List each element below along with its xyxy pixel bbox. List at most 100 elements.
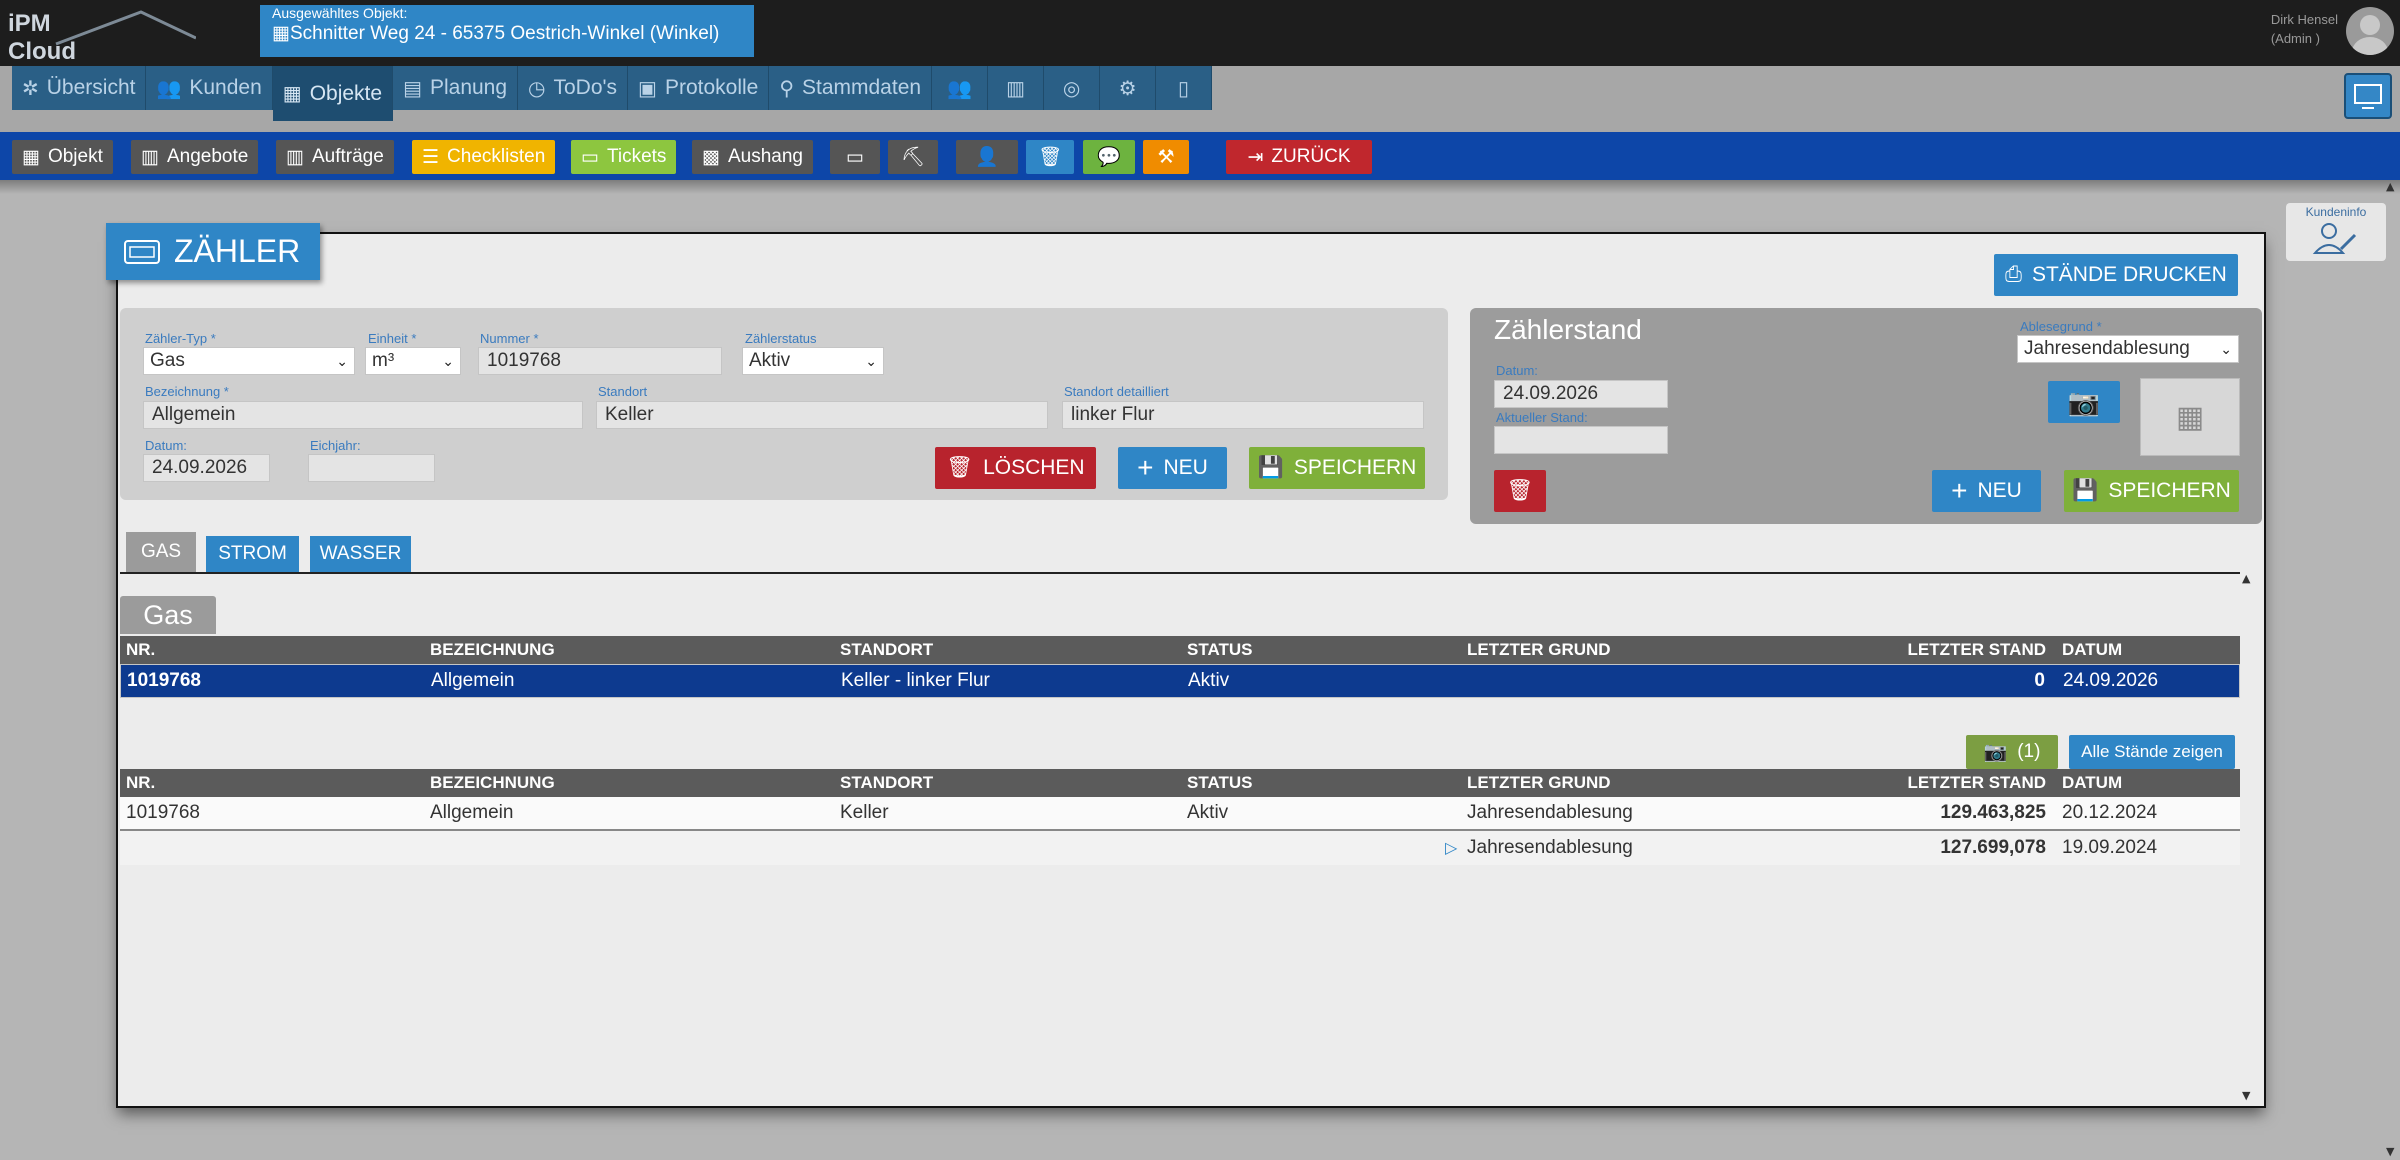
current-reading-field[interactable] [1494, 426, 1668, 454]
toolbar-objekt[interactable]: ▦ Objekt [12, 140, 113, 174]
new-label: NEU [1163, 456, 1208, 479]
save-label: SPEICHERN [1293, 456, 1417, 479]
screen-toggle-button[interactable] [2344, 73, 2392, 119]
nav-objekte[interactable]: ▦ Objekte [272, 66, 394, 121]
print-readings-button[interactable]: ⎙ STÄNDE DRUCKEN [1994, 254, 2238, 296]
toolbar-angebote[interactable]: ▥ Angebote [131, 140, 259, 174]
delete-reading-button[interactable]: 🗑 [1494, 470, 1546, 512]
nav-uebersicht[interactable]: ✲ Übersicht [12, 66, 147, 110]
take-photo-button[interactable]: 📷 [2048, 381, 2120, 423]
cell-status: Aktiv [1188, 670, 1230, 691]
tab-strom[interactable]: STROM [206, 536, 299, 572]
users-icon: 👥 [156, 77, 182, 100]
nav-finance[interactable]: ◎ [1044, 66, 1101, 110]
toolbar-meter[interactable]: ▭ [830, 140, 880, 174]
scroll-down-icon[interactable]: ▼ [2386, 1145, 2394, 1158]
table-row[interactable]: ▷ Jahresendablesung 127.699,078 19.09.20… [120, 831, 2240, 865]
nav-team[interactable]: 👥 [932, 66, 989, 110]
toolbar-checklisten[interactable]: ☰ Checklisten [412, 140, 556, 174]
nav-protokolle[interactable]: ▣ Protokolle [628, 66, 770, 110]
cell-bezeichnung: Allgemein [431, 670, 515, 691]
object-toolbar: ▦ Objekt ▥ Angebote ▥ Aufträge ☰ Checklisten… [0, 132, 2400, 180]
designation-field[interactable]: Allgemein [143, 401, 583, 429]
app-logo[interactable]: iPM Cloud [6, 8, 196, 66]
new-meter-button[interactable]: + NEU [1118, 447, 1227, 489]
photos-button[interactable]: 📷 (1) [1966, 735, 2058, 769]
logo-line1: iPM [8, 10, 51, 37]
toolbar-residents[interactable]: 👤 [956, 140, 1018, 174]
toolbar-aushang[interactable]: ▩ Aushang [692, 140, 813, 174]
expand-triangle-icon[interactable]: ▷ [1445, 831, 1457, 865]
photo-thumbnail[interactable]: ▦ [2140, 378, 2240, 456]
delete-meter-button[interactable]: 🗑 LÖSCHEN [935, 447, 1096, 489]
toolbar-label: Objekt [47, 146, 103, 167]
nav-mobile[interactable]: ▯ [1156, 66, 1213, 110]
save-reading-button[interactable]: 💾 SPEICHERN [2064, 470, 2239, 512]
show-all-readings-button[interactable]: Alle Stände zeigen [2069, 735, 2235, 769]
date-field[interactable]: 24.09.2026 [143, 454, 270, 482]
table-row[interactable]: 1019768 Allgemein Keller Aktiv Jahresend… [120, 797, 2240, 831]
calibration-year-field[interactable] [308, 454, 435, 482]
hierarchy-icon: ⚲ [779, 77, 794, 100]
calibration-year-label: Eichjahr: [310, 438, 361, 453]
reading-date-label: Datum: [1496, 363, 1538, 378]
status-select[interactable]: Aktiv ⌄ [742, 347, 884, 375]
toolbar-auftraege[interactable]: ▥ Aufträge [276, 140, 394, 174]
coins-icon: ◎ [1062, 77, 1081, 100]
toolbar-label: Checklisten [447, 146, 546, 167]
toolbar-bin[interactable]: 🗑 [1026, 140, 1074, 174]
clipboard-icon: ▤ [403, 77, 422, 100]
column-header: STATUS [1187, 773, 1253, 792]
nav-buildings[interactable]: ▥ [988, 66, 1045, 110]
tab-label: WASSER [319, 543, 402, 564]
chat-icon: 💬 [1097, 147, 1121, 168]
mobile-icon: ▯ [1178, 77, 1190, 100]
save-meter-button[interactable]: 💾 SPEICHERN [1249, 447, 1425, 489]
nav-settings[interactable]: ⚙ [1100, 66, 1157, 110]
reading-reason-select[interactable]: Jahresendablesung ⌄ [2017, 335, 2239, 363]
toolbar-label: Angebote [166, 146, 249, 167]
scroll-up-icon[interactable]: ▲ [2242, 572, 2250, 585]
chevron-down-icon: ⌄ [865, 352, 877, 369]
new-reading-button[interactable]: + NEU [1932, 470, 2041, 512]
scroll-down-icon[interactable]: ▼ [2242, 1089, 2250, 1102]
cell-nr: 1019768 [126, 802, 200, 823]
reading-date-field[interactable]: 24.09.2026 [1494, 380, 1668, 408]
nav-kunden[interactable]: 👥 Kunden [146, 66, 273, 110]
avatar[interactable] [2346, 7, 2394, 55]
tab-wasser[interactable]: WASSER [310, 536, 411, 572]
document-stack-icon: ▥ [141, 146, 159, 168]
nav-todos[interactable]: ◷ ToDo's [518, 66, 629, 110]
toolbar-tickets[interactable]: ▭ Tickets [571, 140, 677, 174]
column-header: BEZEICHNUNG [430, 640, 555, 659]
toolbar-tools[interactable]: ⚒ [1143, 140, 1189, 174]
status-label: Zählerstatus [745, 331, 817, 346]
location-detail-field[interactable]: linker Flur [1062, 401, 1424, 429]
chevron-down-icon: ⌄ [2220, 340, 2232, 357]
monitor-icon [2354, 84, 2382, 109]
inner-scrollbar[interactable]: ▲ ▼ [2242, 572, 2252, 1102]
object-selector-label: Ausgewähltes Objekt: [272, 5, 408, 21]
meter-icon: ▭ [846, 146, 864, 168]
nav-planung[interactable]: ▤ Planung [393, 66, 519, 110]
building-icon: ▦ [22, 146, 40, 168]
page-scrollbar[interactable]: ▲ ▼ [2386, 180, 2398, 1158]
toolbar-worker[interactable]: ⛏ [888, 140, 938, 174]
table-row[interactable]: 1019768 Allgemein Keller - linker Flur A… [120, 664, 2240, 698]
scroll-up-icon[interactable]: ▲ [2386, 180, 2394, 193]
column-header: NR. [126, 640, 156, 659]
meter-type-select[interactable]: Gas ⌄ [143, 347, 355, 375]
user-role: (Admin ) [2270, 31, 2320, 46]
tab-gas[interactable]: GAS [126, 532, 196, 572]
user-info[interactable]: Dirk Hensel (Admin ) [2271, 10, 2338, 48]
kundeninfo-button[interactable]: Kundeninfo [2286, 203, 2386, 261]
nav-stammdaten[interactable]: ⚲ Stammdaten [769, 66, 933, 110]
back-button[interactable]: ⇥ ZURÜCK [1226, 140, 1372, 174]
status-value: Aktiv [749, 350, 791, 371]
toolbar-chat[interactable]: 💬 [1083, 140, 1135, 174]
object-selector[interactable]: Ausgewähltes Objekt: ▦Schnitter Weg 24 -… [260, 5, 754, 57]
unit-select[interactable]: m³ ⌄ [365, 347, 461, 375]
location-field[interactable]: Keller [596, 401, 1048, 429]
number-field[interactable]: 1019768 [478, 347, 722, 375]
building-image-icon: ▦ [2175, 399, 2205, 435]
